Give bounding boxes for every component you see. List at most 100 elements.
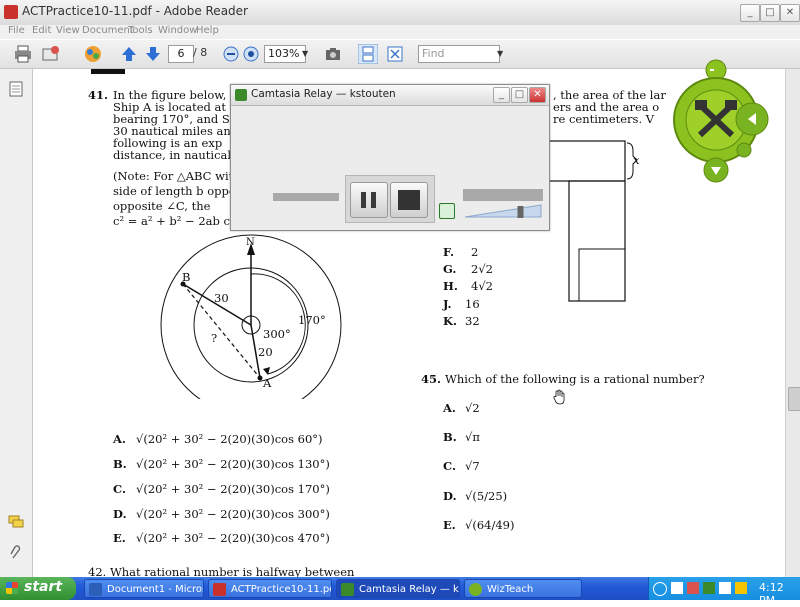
menu-help[interactable]: Help (196, 25, 219, 36)
unknown-distance-label: ? (211, 331, 218, 345)
stop-button[interactable] (390, 182, 428, 218)
start-label: start (24, 579, 63, 595)
menu-view[interactable]: View (56, 25, 80, 36)
adobe-reader-task-icon (213, 583, 226, 596)
hand-cursor-icon (553, 389, 565, 405)
side-ba-length: 30 (214, 291, 229, 305)
q41-note-4: c² = a² + b² − 2ab cos (113, 214, 243, 228)
q45-choice-a-letter: A. (443, 401, 456, 415)
q44-choice-f: 2 (471, 245, 479, 259)
zoom-in-icon[interactable] (242, 45, 260, 63)
previous-page-icon[interactable] (120, 45, 138, 63)
microphone-icon[interactable] (439, 203, 455, 219)
camtasia-maximize-button[interactable]: □ (511, 87, 528, 103)
zoom-out-icon[interactable] (222, 45, 240, 63)
q45-choice-b-letter: B. (443, 430, 457, 444)
camtasia-minimize-button[interactable]: _ (493, 87, 510, 103)
minimize-button[interactable]: _ (740, 4, 760, 22)
task-adobe-reader[interactable]: ACTPractice10-11.pd... (208, 579, 332, 598)
wizteach-widget[interactable] (670, 55, 770, 185)
q45-choice-e: √(64/49) (465, 518, 515, 532)
clock: 4:12 PM (759, 581, 784, 607)
collaborate-icon[interactable] (84, 45, 102, 63)
attachments-paperclip-icon[interactable] (9, 545, 23, 561)
q41-choice-d-letter: D. (113, 507, 127, 521)
angle-300-label: 300° (263, 327, 291, 341)
menu-bar: File Edit View Document Tools Window Hel… (0, 25, 800, 39)
q41-choice-e-letter: E. (113, 531, 126, 545)
q44-choice-h: 4√2 (471, 279, 493, 293)
side-a-length: 20 (258, 345, 273, 359)
q41-line-6: distance, in nautical mi (113, 148, 250, 162)
tray-expand-icon[interactable] (653, 582, 667, 596)
zoom-dropdown-icon[interactable]: ▼ (302, 49, 308, 58)
q41-choice-c: √(20² + 30² − 2(20)(30)cos 170°) (136, 482, 330, 496)
point-b-label: B (182, 270, 191, 284)
task-camtasia-relay[interactable]: Camtasia Relay — kst... (336, 579, 460, 598)
start-button[interactable]: start (0, 577, 76, 600)
snapshot-camera-icon[interactable] (324, 45, 342, 63)
menu-edit[interactable]: Edit (32, 25, 51, 36)
maximize-button[interactable]: □ (760, 4, 780, 22)
word-icon (89, 583, 102, 596)
q41-choice-b-letter: B. (113, 457, 127, 471)
north-label: N (246, 237, 255, 248)
tray-update-icon[interactable] (735, 582, 747, 594)
camtasia-close-button[interactable]: ✕ (529, 87, 546, 103)
system-tray: 4:12 PM (648, 577, 800, 607)
menu-window[interactable]: Window (158, 25, 197, 36)
q44-choice-j-letter: J. (443, 297, 452, 311)
q44-choice-h-letter: H. (443, 279, 458, 293)
tray-volume-icon[interactable] (671, 582, 683, 594)
windows-logo-icon (6, 582, 18, 594)
q41-number: 41. (88, 88, 109, 102)
page-total: / 8 (193, 46, 208, 59)
q44-choice-k: 32 (465, 314, 480, 328)
task-wizteach[interactable]: WizTeach (464, 579, 582, 598)
single-page-view-icon[interactable] (358, 44, 378, 64)
elapsed-time-bar (273, 193, 339, 201)
q45-question: Which of the following is a rational num… (445, 372, 705, 386)
print-icon[interactable] (14, 45, 32, 63)
q41-note-3: opposite ∠C, the (113, 199, 211, 213)
tray-network-icon[interactable] (719, 582, 731, 594)
find-dropdown-icon[interactable]: ▼ (497, 49, 503, 58)
side-x-label: x (633, 153, 640, 167)
fit-page-icon[interactable] (386, 45, 404, 63)
camtasia-icon (235, 89, 247, 101)
navigation-pane (0, 69, 33, 577)
window-title: ACTPractice10-11.pdf - Adobe Reader (22, 4, 248, 18)
menu-document[interactable]: Document (82, 25, 134, 36)
wizteach-task-icon (469, 583, 482, 596)
q44-choice-f-letter: F. (443, 245, 455, 259)
comments-panel-icon[interactable] (8, 515, 24, 529)
taskbar: start Document1 - Microsof... ACTPractic… (0, 577, 800, 607)
next-page-icon[interactable] (144, 45, 162, 63)
find-input[interactable]: Find (418, 45, 500, 63)
adobe-reader-icon (4, 5, 18, 19)
angle-170-label: 170° (298, 313, 326, 327)
q41-choice-a: √(20² + 30² − 2(20)(30)cos 60°) (136, 432, 323, 446)
zoom-level-input[interactable]: 103% (264, 45, 306, 63)
q44-choice-g-letter: G. (443, 262, 457, 276)
q41-note-2: side of length b oppo (113, 184, 236, 198)
volume-slider[interactable] (463, 203, 543, 219)
tray-security-icon[interactable] (687, 582, 699, 594)
menu-tools[interactable]: Tools (128, 25, 153, 36)
q45-choice-d: √(5/25) (465, 489, 508, 503)
q45-choice-a: √2 (465, 401, 480, 415)
q41-choice-b: √(20² + 30² − 2(20)(30)cos 130°) (136, 457, 330, 471)
vertical-scrollbar[interactable] (785, 69, 800, 577)
task-word-document[interactable]: Document1 - Microsof... (84, 579, 204, 598)
email-attach-icon[interactable] (42, 45, 60, 63)
q45-choice-e-letter: E. (443, 518, 456, 532)
pause-button[interactable] (350, 182, 388, 218)
q41-choice-d: √(20² + 30² − 2(20)(30)cos 300°) (136, 507, 330, 521)
camtasia-relay-window[interactable]: Camtasia Relay — kstouten _ □ ✕ (230, 84, 550, 231)
scrollbar-thumb[interactable] (788, 387, 800, 411)
tray-camtasia-icon[interactable] (703, 582, 715, 594)
menu-file[interactable]: File (8, 25, 25, 36)
page-number-input[interactable]: 6 (168, 45, 194, 63)
close-button[interactable]: ✕ (780, 4, 800, 22)
pages-panel-icon[interactable] (9, 81, 23, 97)
